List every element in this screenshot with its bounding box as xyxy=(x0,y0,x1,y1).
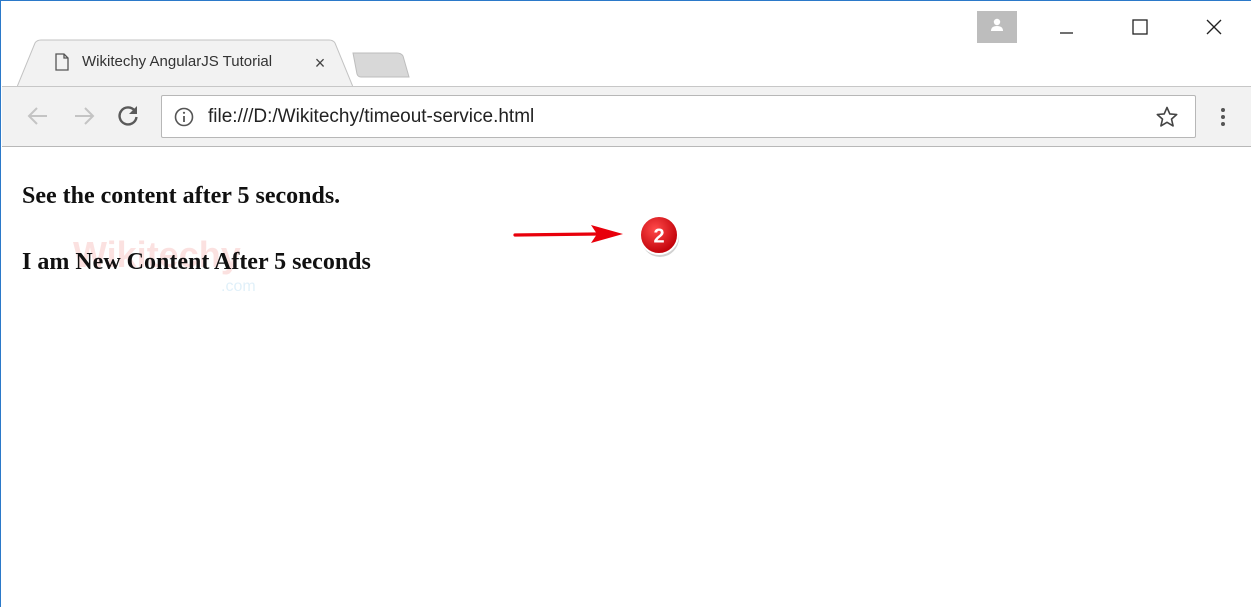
close-window-icon[interactable] xyxy=(1194,11,1234,43)
new-tab-button[interactable] xyxy=(351,51,411,79)
timeout-message: I am New Content After 5 seconds xyxy=(22,249,371,275)
initial-message: See the content after 5 seconds. xyxy=(22,183,341,209)
annotation-arrow xyxy=(513,225,623,243)
user-profile-icon[interactable] xyxy=(977,11,1017,43)
star-icon[interactable] xyxy=(1155,105,1179,129)
kebab-menu-icon[interactable] xyxy=(1213,105,1233,129)
info-icon[interactable] xyxy=(173,106,195,128)
minimize-icon[interactable] xyxy=(1046,11,1086,43)
step-number: 2 xyxy=(653,226,664,248)
reload-icon[interactable] xyxy=(115,103,141,129)
page-content xyxy=(2,147,1251,607)
page-icon xyxy=(55,53,69,71)
back-arrow-icon[interactable] xyxy=(25,103,51,129)
tab-title: Wikitechy AngularJS Tutorial xyxy=(82,53,273,70)
forward-arrow-icon[interactable] xyxy=(71,103,97,129)
step-badge: 2 xyxy=(639,215,679,257)
svg-text:.com: .com xyxy=(221,278,256,295)
close-tab-icon[interactable]: × xyxy=(311,53,329,73)
url-text[interactable]: file:///D:/Wikitechy/timeout-service.htm… xyxy=(208,105,534,129)
browser-window: Wikitechy AngularJS Tutorial × file:///D… xyxy=(0,0,1251,607)
maximize-icon[interactable] xyxy=(1120,11,1160,43)
